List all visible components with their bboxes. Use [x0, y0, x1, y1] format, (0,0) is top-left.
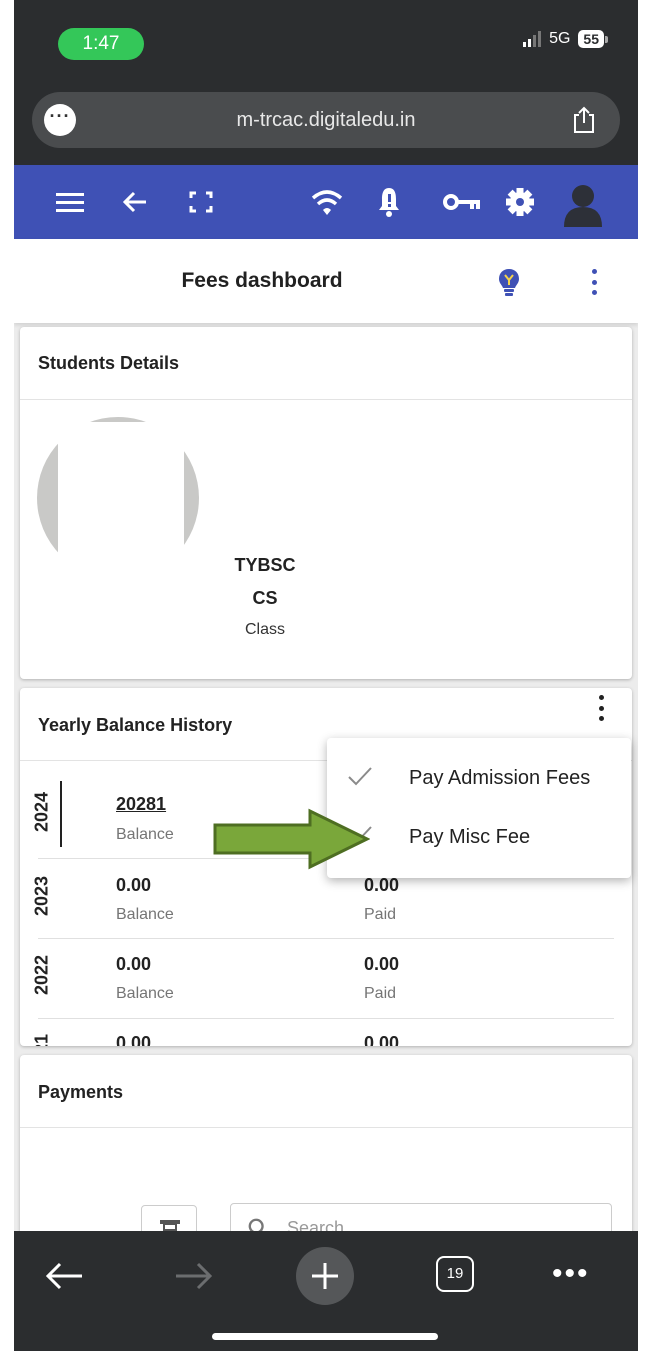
check-icon — [348, 767, 372, 786]
signal-icon — [523, 31, 542, 47]
menu-item-pay-admission-fees[interactable]: Pay Admission Fees — [327, 751, 631, 807]
plus-icon — [312, 1263, 338, 1289]
browser-more-icon[interactable]: ••• — [552, 1259, 590, 1289]
paid-value: 0.00 — [364, 1033, 400, 1046]
year-label: 2024 — [31, 791, 52, 833]
browser-forward-icon — [176, 1262, 213, 1290]
share-icon[interactable] — [572, 106, 596, 134]
wifi-icon[interactable] — [310, 183, 344, 221]
paid-label: Paid — [364, 906, 397, 923]
year-label: 2021 — [30, 1024, 54, 1046]
user-avatar-icon[interactable] — [560, 179, 606, 227]
menu-item-pay-misc-fee[interactable]: Pay Misc Fee — [327, 810, 631, 866]
divider — [20, 399, 632, 400]
status-indicators: 5G 55 — [523, 30, 608, 48]
menu-icon[interactable] — [54, 183, 86, 221]
menu-item-label: Pay Admission Fees — [409, 767, 591, 789]
balance-value[interactable]: 20281 — [116, 794, 166, 815]
current-year-bar — [60, 781, 62, 847]
students-details-card: Students Details TYBSC CS Class — [20, 327, 632, 679]
back-arrow-icon[interactable] — [120, 183, 150, 221]
new-tab-button[interactable] — [296, 1247, 354, 1305]
balance-options-menu: Pay Admission Fees Pay Misc Fee — [327, 738, 631, 878]
row-divider — [38, 938, 614, 939]
row-divider — [38, 1018, 614, 1019]
status-time: 1:47 — [58, 28, 144, 60]
home-indicator — [212, 1333, 438, 1340]
balance-value: 0.00 — [116, 875, 152, 895]
balance-value: 0.00 — [116, 1033, 152, 1046]
lightbulb-icon[interactable] — [498, 268, 520, 296]
key-icon[interactable] — [442, 183, 482, 221]
fullscreen-icon[interactable] — [188, 183, 214, 221]
balance-menu-icon[interactable] — [597, 695, 605, 721]
tabs-button[interactable]: 19 — [436, 1256, 474, 1292]
page-header: Fees dashboard — [14, 239, 638, 323]
notification-bell-icon[interactable] — [376, 183, 402, 221]
balance-label: Balance — [116, 906, 174, 923]
year-label: 2022 — [31, 954, 52, 996]
url-bar[interactable]: ··· m-trcac.digitaledu.in — [32, 92, 620, 148]
more-options-icon[interactable] — [590, 269, 598, 295]
card-title: Yearly Balance History — [38, 715, 233, 735]
balance-label: Balance — [116, 826, 174, 843]
annotation-arrow-icon — [213, 808, 370, 870]
browser-bottom-bar: 19 ••• — [14, 1231, 638, 1351]
class-label: Class — [244, 621, 285, 638]
battery-tip — [605, 35, 608, 43]
year-label: 2023 — [31, 875, 52, 917]
browser-back-icon[interactable] — [44, 1261, 84, 1291]
class-value-line2: CS — [252, 588, 278, 608]
url-text[interactable]: m-trcac.digitaledu.in — [32, 92, 620, 148]
class-value-line1: TYBSC — [234, 555, 296, 575]
app-toolbar — [14, 165, 638, 239]
browser-chrome: 1:47 5G 55 ··· m-trcac.digitaledu.in — [14, 0, 638, 165]
menu-item-label: Pay Misc Fee — [409, 826, 531, 848]
balance-label: Balance — [116, 985, 174, 1002]
network-label: 5G — [549, 30, 571, 47]
settings-gear-icon[interactable] — [504, 183, 536, 221]
balance-value: 0.00 — [116, 954, 152, 974]
page-title: Fees dashboard — [181, 269, 343, 292]
paid-label: Paid — [364, 985, 397, 1002]
paid-value: 0.00 — [364, 954, 400, 974]
card-title: Students Details — [38, 353, 180, 373]
card-title: Payments — [38, 1082, 124, 1102]
paid-value: 0.00 — [364, 875, 400, 895]
battery-icon: 55 — [578, 30, 604, 48]
divider — [20, 1127, 632, 1128]
screen: 1:47 5G 55 ··· m-trcac.digitaledu.in Fee… — [14, 0, 638, 1351]
student-photo — [58, 422, 184, 592]
